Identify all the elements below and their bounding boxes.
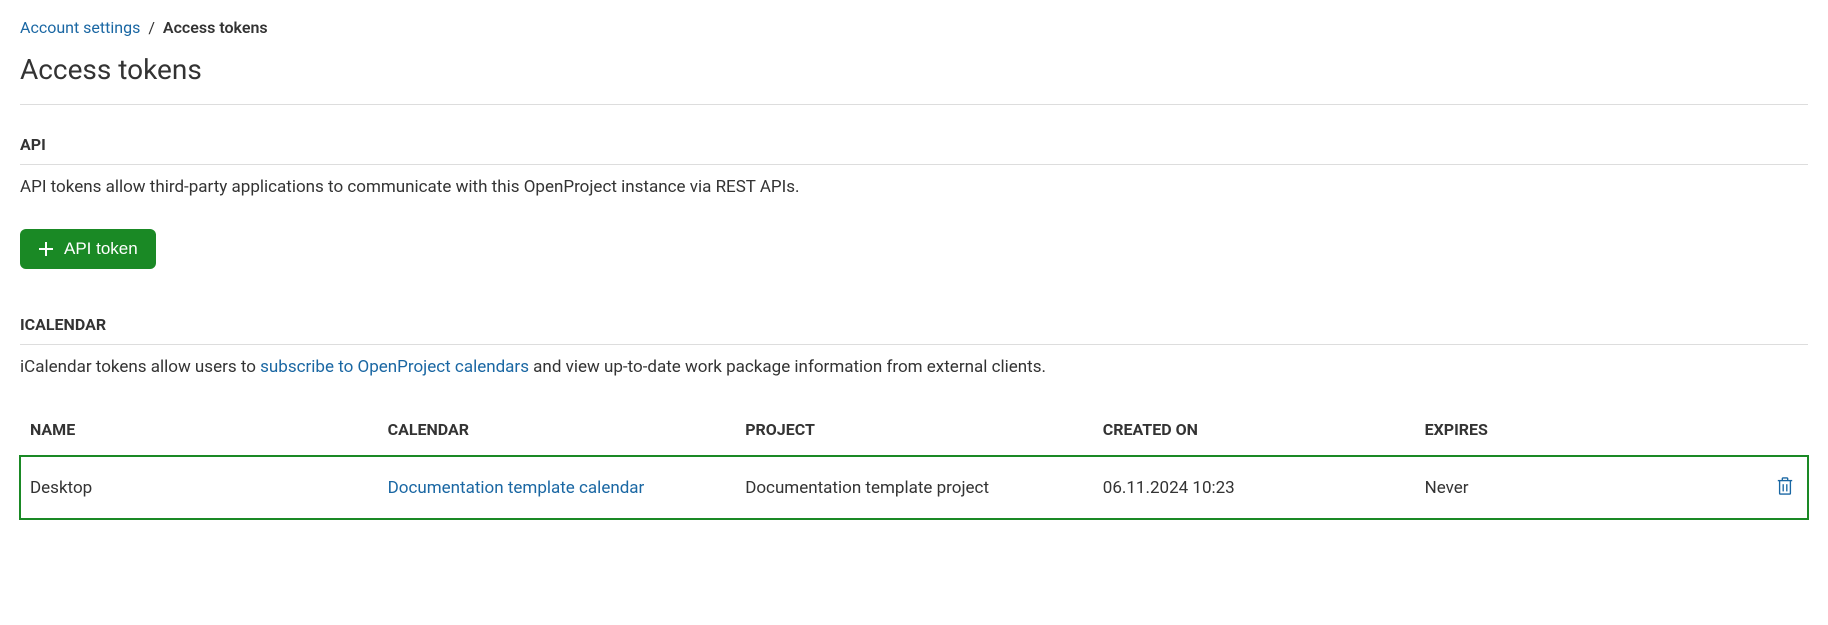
breadcrumb-current: Access tokens xyxy=(163,18,268,37)
icalendar-token-table: NAME CALENDAR PROJECT CREATED ON EXPIRES… xyxy=(20,408,1808,519)
icalendar-heading: ICALENDAR xyxy=(20,315,1808,345)
delete-token-button[interactable] xyxy=(1772,472,1798,503)
table-row: Desktop Documentation template calendar … xyxy=(20,456,1808,520)
header-created-on: CREATED ON xyxy=(1093,408,1415,456)
cell-name: Desktop xyxy=(20,456,378,520)
cell-created-on: 06.11.2024 10:23 xyxy=(1093,456,1415,520)
subscribe-calendars-link[interactable]: subscribe to OpenProject calendars xyxy=(260,357,529,377)
icalendar-section: ICALENDAR iCalendar tokens allow users t… xyxy=(20,315,1808,520)
api-description: API tokens allow third-party application… xyxy=(20,175,1808,201)
cell-expires: Never xyxy=(1415,456,1737,520)
trash-icon xyxy=(1776,476,1794,499)
ical-desc-post: and view up-to-date work package informa… xyxy=(529,357,1046,377)
api-heading: API xyxy=(20,135,1808,165)
icalendar-description: iCalendar tokens allow users to subscrib… xyxy=(20,355,1808,381)
ical-desc-pre: iCalendar tokens allow users to xyxy=(20,357,260,377)
header-expires: EXPIRES xyxy=(1415,408,1737,456)
api-section: API API tokens allow third-party applica… xyxy=(20,135,1808,305)
header-calendar: CALENDAR xyxy=(378,408,736,456)
table-header-row: NAME CALENDAR PROJECT CREATED ON EXPIRES xyxy=(20,408,1808,456)
add-api-token-button[interactable]: API token xyxy=(20,229,156,269)
header-actions xyxy=(1736,408,1808,456)
header-project: PROJECT xyxy=(735,408,1093,456)
breadcrumb-separator: / xyxy=(148,18,155,37)
header-name: NAME xyxy=(20,408,378,456)
title-divider xyxy=(20,104,1808,105)
breadcrumb-parent-link[interactable]: Account settings xyxy=(20,18,140,37)
page-title: Access tokens xyxy=(20,53,1808,86)
plus-icon xyxy=(38,241,54,257)
calendar-link[interactable]: Documentation template calendar xyxy=(388,478,645,498)
add-api-token-label: API token xyxy=(64,239,138,259)
breadcrumb: Account settings / Access tokens xyxy=(20,18,1808,37)
cell-project: Documentation template project xyxy=(735,456,1093,520)
